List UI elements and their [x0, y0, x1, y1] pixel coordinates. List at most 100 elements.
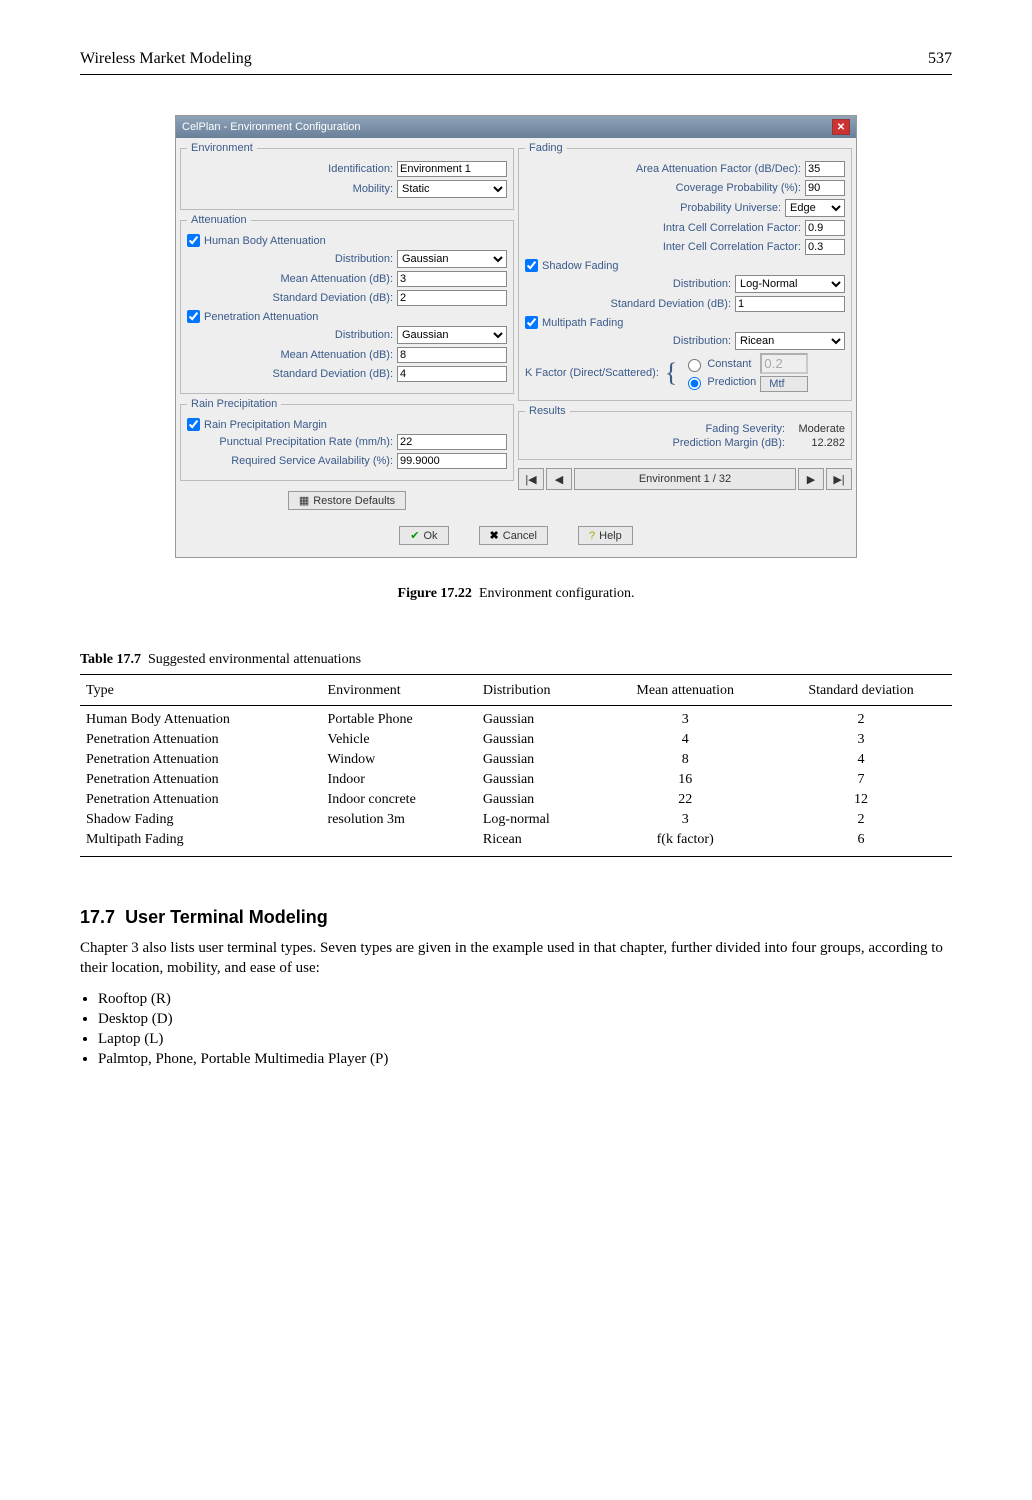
- nav-counter: Environment 1 / 32: [574, 468, 796, 490]
- rain-legend: Rain Precipitation: [187, 398, 281, 410]
- kfactor-label: K Factor (Direct/Scattered):: [525, 367, 659, 379]
- multipath-dist-select[interactable]: Ricean: [735, 332, 845, 350]
- kf-constant-radio[interactable]: [688, 359, 701, 372]
- pen-mean-input[interactable]: [397, 347, 507, 363]
- multipath-label: Multipath Fading: [542, 317, 623, 329]
- check-icon: ✔: [410, 529, 419, 542]
- help-button[interactable]: ?Help: [578, 526, 633, 545]
- severity-label: Fading Severity:: [706, 423, 785, 435]
- close-icon[interactable]: ✕: [832, 119, 850, 135]
- restore-defaults-button[interactable]: ▦ Restore Defaults: [288, 491, 406, 510]
- mtf-button[interactable]: Mtf: [760, 376, 808, 392]
- list-item: Rooftop (R): [98, 991, 952, 1008]
- mobility-select[interactable]: Static: [397, 180, 507, 198]
- nav-bar: |◀ ◀ Environment 1 / 32 ▶ ▶|: [518, 468, 852, 490]
- pen-std-label: Standard Deviation (dB):: [273, 368, 393, 380]
- bullet-list: Rooftop (R)Desktop (D)Laptop (L)Palmtop,…: [80, 991, 952, 1068]
- section-heading: 17.7 User Terminal Modeling: [80, 907, 952, 928]
- identification-input[interactable]: [397, 161, 507, 177]
- table-row: Penetration AttenuationWindowGaussian84: [80, 750, 952, 770]
- table-row: Multipath FadingRiceanf(k factor)6: [80, 830, 952, 857]
- cov-prob-input[interactable]: [805, 180, 845, 196]
- cov-prob-label: Coverage Probability (%):: [676, 182, 801, 194]
- shadow-label: Shadow Fading: [542, 260, 618, 272]
- list-item: Palmtop, Phone, Portable Multimedia Play…: [98, 1051, 952, 1068]
- table-row: Penetration AttenuationVehicleGaussian43: [80, 730, 952, 750]
- titlebar: CelPlan - Environment Configuration ✕: [176, 116, 856, 138]
- rain-avail-input[interactable]: [397, 453, 507, 469]
- nav-last-button[interactable]: ▶|: [826, 468, 852, 490]
- rain-rate-input[interactable]: [397, 434, 507, 450]
- pen-dist-select[interactable]: Gaussian: [397, 326, 507, 344]
- hb-std-input[interactable]: [397, 290, 507, 306]
- pred-margin-label: Prediction Margin (dB):: [673, 437, 786, 449]
- penetration-checkbox[interactable]: [187, 310, 200, 323]
- rain-margin-checkbox[interactable]: [187, 418, 200, 431]
- hb-std-label: Standard Deviation (dB):: [273, 292, 393, 304]
- pen-mean-label: Mean Attenuation (dB):: [280, 349, 393, 361]
- rain-avail-label: Required Service Availability (%):: [231, 455, 393, 467]
- prob-univ-label: Probability Universe:: [680, 202, 781, 214]
- brace-icon: {: [665, 364, 677, 382]
- cancel-button[interactable]: ✖ Cancel: [479, 526, 548, 545]
- results-group: Results Fading Severity: Moderate Predic…: [518, 405, 852, 460]
- header-page-number: 537: [928, 50, 952, 68]
- area-att-input[interactable]: [805, 161, 845, 177]
- hb-dist-select[interactable]: Gaussian: [397, 250, 507, 268]
- rain-group: Rain Precipitation Rain Precipitation Ma…: [180, 398, 514, 481]
- fading-group: Fading Area Attenuation Factor (dB/Dec):…: [518, 142, 852, 401]
- ok-button[interactable]: ✔ Ok: [399, 526, 448, 545]
- human-body-checkbox[interactable]: [187, 234, 200, 247]
- shadow-std-input[interactable]: [735, 296, 845, 312]
- severity-value: Moderate: [791, 423, 845, 435]
- hb-mean-input[interactable]: [397, 271, 507, 287]
- shadow-dist-label: Distribution:: [673, 278, 731, 290]
- human-body-label: Human Body Attenuation: [204, 235, 326, 247]
- table-row: Shadow Fadingresolution 3mLog-normal32: [80, 810, 952, 830]
- shadow-checkbox[interactable]: [525, 259, 538, 272]
- inter-input[interactable]: [805, 239, 845, 255]
- pen-std-input[interactable]: [397, 366, 507, 382]
- environment-legend: Environment: [187, 142, 257, 154]
- restore-icon: ▦: [299, 494, 309, 507]
- shadow-dist-select[interactable]: Log-Normal: [735, 275, 845, 293]
- multipath-checkbox[interactable]: [525, 316, 538, 329]
- kf-prediction-label: Prediction: [707, 376, 756, 388]
- restore-label: Restore Defaults: [313, 495, 395, 507]
- attenuation-table: TypeEnvironmentDistributionMean attenuat…: [80, 674, 952, 857]
- figure-caption: Figure 17.22 Environment configuration.: [80, 586, 952, 602]
- kf-prediction-radio[interactable]: [688, 377, 701, 390]
- kf-constant-input: [760, 353, 808, 374]
- x-icon: ✖: [490, 529, 499, 542]
- environment-group: Environment Identification: Mobility: St…: [180, 142, 514, 210]
- pred-margin-value: 12.282: [791, 437, 845, 449]
- prob-univ-select[interactable]: Edge: [785, 199, 845, 217]
- table-caption: Table 17.7 Suggested environmental atten…: [80, 652, 952, 668]
- multipath-dist-label: Distribution:: [673, 335, 731, 347]
- table-row: Penetration AttenuationIndoorGaussian167: [80, 770, 952, 790]
- dialog-title: CelPlan - Environment Configuration: [182, 121, 361, 133]
- list-item: Desktop (D): [98, 1011, 952, 1028]
- pen-dist-label: Distribution:: [335, 329, 393, 341]
- shadow-std-label: Standard Deviation (dB):: [611, 298, 731, 310]
- hb-mean-label: Mean Attenuation (dB):: [280, 273, 393, 285]
- nav-first-button[interactable]: |◀: [518, 468, 544, 490]
- results-legend: Results: [525, 405, 570, 417]
- area-att-label: Area Attenuation Factor (dB/Dec):: [636, 163, 801, 175]
- header-left: Wireless Market Modeling: [80, 50, 252, 68]
- section-paragraph: Chapter 3 also lists user terminal types…: [80, 938, 952, 979]
- question-icon: ?: [589, 530, 595, 542]
- page-header: Wireless Market Modeling 537: [80, 50, 952, 75]
- attenuation-legend: Attenuation: [187, 214, 251, 226]
- penetration-label: Penetration Attenuation: [204, 311, 318, 323]
- table-row: Human Body AttenuationPortable PhoneGaus…: [80, 706, 952, 731]
- cancel-label: Cancel: [503, 530, 537, 542]
- fading-legend: Fading: [525, 142, 567, 154]
- ok-label: Ok: [423, 530, 437, 542]
- attenuation-group: Attenuation Human Body Attenuation Distr…: [180, 214, 514, 394]
- environment-config-dialog: CelPlan - Environment Configuration ✕ En…: [175, 115, 857, 558]
- nav-prev-button[interactable]: ◀: [546, 468, 572, 490]
- nav-next-button[interactable]: ▶: [798, 468, 824, 490]
- rain-rate-label: Punctual Precipitation Rate (mm/h):: [219, 436, 393, 448]
- intra-input[interactable]: [805, 220, 845, 236]
